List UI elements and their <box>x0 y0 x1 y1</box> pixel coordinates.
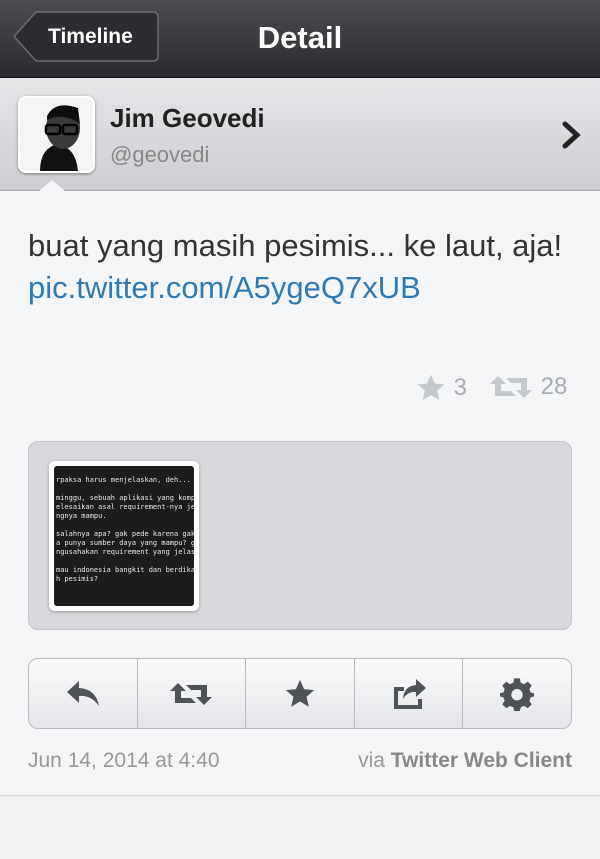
page-title: Detail <box>257 20 343 55</box>
profile-pointer <box>38 180 66 192</box>
reply-icon <box>66 680 99 706</box>
thumbnail-line: mau indonesia bangkit dan berdika <box>56 566 194 574</box>
user-name: Jim Geovedi <box>110 103 265 133</box>
retweet-icon <box>170 682 213 705</box>
user-handle: @geovedi <box>110 142 210 167</box>
retweet-button[interactable] <box>138 659 247 728</box>
avatar-image <box>20 98 93 171</box>
reply-button[interactable] <box>29 659 138 728</box>
navigation-bar: Timeline Detail <box>0 0 600 78</box>
retweet-icon <box>490 376 532 398</box>
star-icon <box>285 679 315 707</box>
star-icon <box>417 374 445 400</box>
action-bar <box>28 658 572 729</box>
tweet-source: via Twitter Web Client <box>358 749 572 773</box>
tweet-body: buat yang masih pesimis... ke laut, aja! <box>28 228 563 263</box>
client-name[interactable]: Twitter Web Client <box>391 749 572 772</box>
retweet-count-value: 28 <box>540 373 568 400</box>
gear-icon <box>500 677 535 711</box>
share-icon <box>393 678 426 709</box>
tweet-timestamp: Jun 14, 2014 at 4:40 <box>28 749 220 772</box>
thumbnail-line: a punya sumber daya yang mampu? ga <box>56 539 194 547</box>
thumbnail-line: minggu, sebuah aplikasi yang kompl <box>56 494 194 502</box>
user-profile-row[interactable]: Jim Geovedi @geovedi <box>0 78 600 191</box>
thumbnail-line: salahnya apa? gak pede karena gak <box>56 530 194 538</box>
retweet-count: 28 <box>488 372 567 404</box>
thumbnail-line: ngusahakan requirement yang jelas <box>56 548 194 556</box>
favorite-button[interactable] <box>246 659 355 728</box>
thumbnail-line <box>56 485 192 494</box>
thumbnail-line: elesaikan asal requirement-nya jel <box>56 503 194 511</box>
settings-button[interactable] <box>463 659 571 728</box>
media-thumbnail[interactable]: rpaksa harus menjelaskan, deh... minggu,… <box>49 461 199 611</box>
thumbnail-text: rpaksa harus menjelaskan, deh... minggu,… <box>54 466 194 606</box>
avatar[interactable] <box>18 96 95 173</box>
via-prefix: via <box>358 749 391 772</box>
thumbnail-line: ngnya mampu. <box>56 512 107 520</box>
thumbnail-line: h pesimis? <box>56 575 99 583</box>
thumbnail-line: rpaksa harus menjelaskan, deh... <box>56 476 191 484</box>
tweet-text: buat yang masih pesimis... ke laut, aja!… <box>28 225 573 309</box>
media-preview: rpaksa harus menjelaskan, deh... minggu,… <box>28 441 572 630</box>
favorite-count-value: 3 <box>453 374 468 401</box>
thumbnail-line <box>56 521 192 530</box>
favorite-count: 3 <box>415 372 467 404</box>
tweet-link[interactable]: pic.twitter.com/A5ygeQ7xUB <box>28 270 421 305</box>
chevron-right-icon <box>562 121 581 149</box>
thumbnail-line <box>56 557 192 566</box>
share-button[interactable] <box>355 659 464 728</box>
footer-area <box>0 796 600 859</box>
